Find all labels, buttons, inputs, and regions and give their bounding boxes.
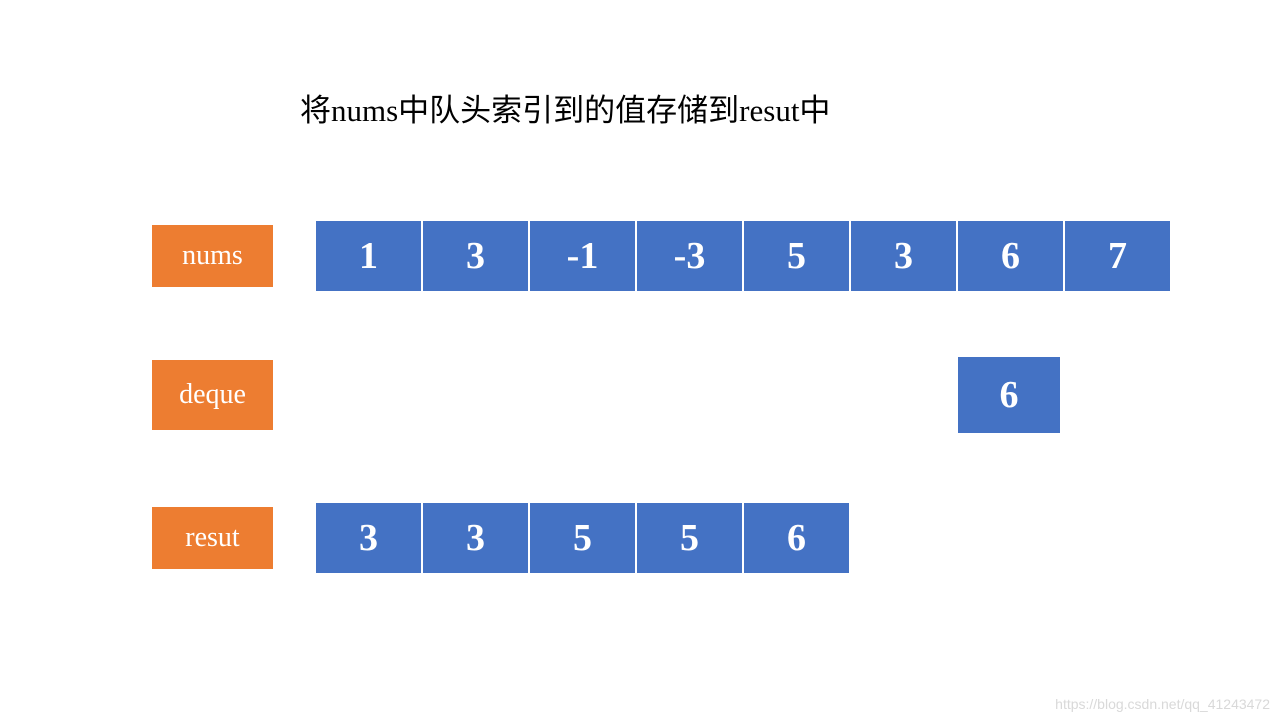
resut-cell: 3 — [422, 502, 529, 574]
resut-label: resut — [150, 505, 275, 571]
nums-cell: 3 — [422, 220, 529, 292]
resut-cell: 6 — [743, 502, 850, 574]
deque-cells: 6 — [957, 356, 1061, 434]
nums-cell: -1 — [529, 220, 636, 292]
nums-row: nums 1 3 -1 -3 5 3 6 7 — [150, 220, 1171, 292]
nums-cell: -3 — [636, 220, 743, 292]
deque-cell: 6 — [957, 356, 1061, 434]
resut-row: resut 3 3 5 5 6 — [150, 502, 850, 574]
diagram-title: 将nums中队头索引到的值存储到resut中 — [300, 85, 830, 130]
watermark: https://blog.csdn.net/qq_41243472 — [1055, 696, 1270, 712]
nums-cell: 5 — [743, 220, 850, 292]
resut-cell: 3 — [315, 502, 422, 574]
nums-cell: 6 — [957, 220, 1064, 292]
nums-cells: 1 3 -1 -3 5 3 6 7 — [315, 220, 1171, 292]
resut-cell: 5 — [636, 502, 743, 574]
nums-cell: 3 — [850, 220, 957, 292]
resut-cell: 5 — [529, 502, 636, 574]
deque-row: deque 6 — [150, 356, 1061, 434]
nums-label: nums — [150, 223, 275, 289]
nums-cell: 1 — [315, 220, 422, 292]
deque-label: deque — [150, 358, 275, 432]
resut-cells: 3 3 5 5 6 — [315, 502, 850, 574]
nums-cell: 7 — [1064, 220, 1171, 292]
